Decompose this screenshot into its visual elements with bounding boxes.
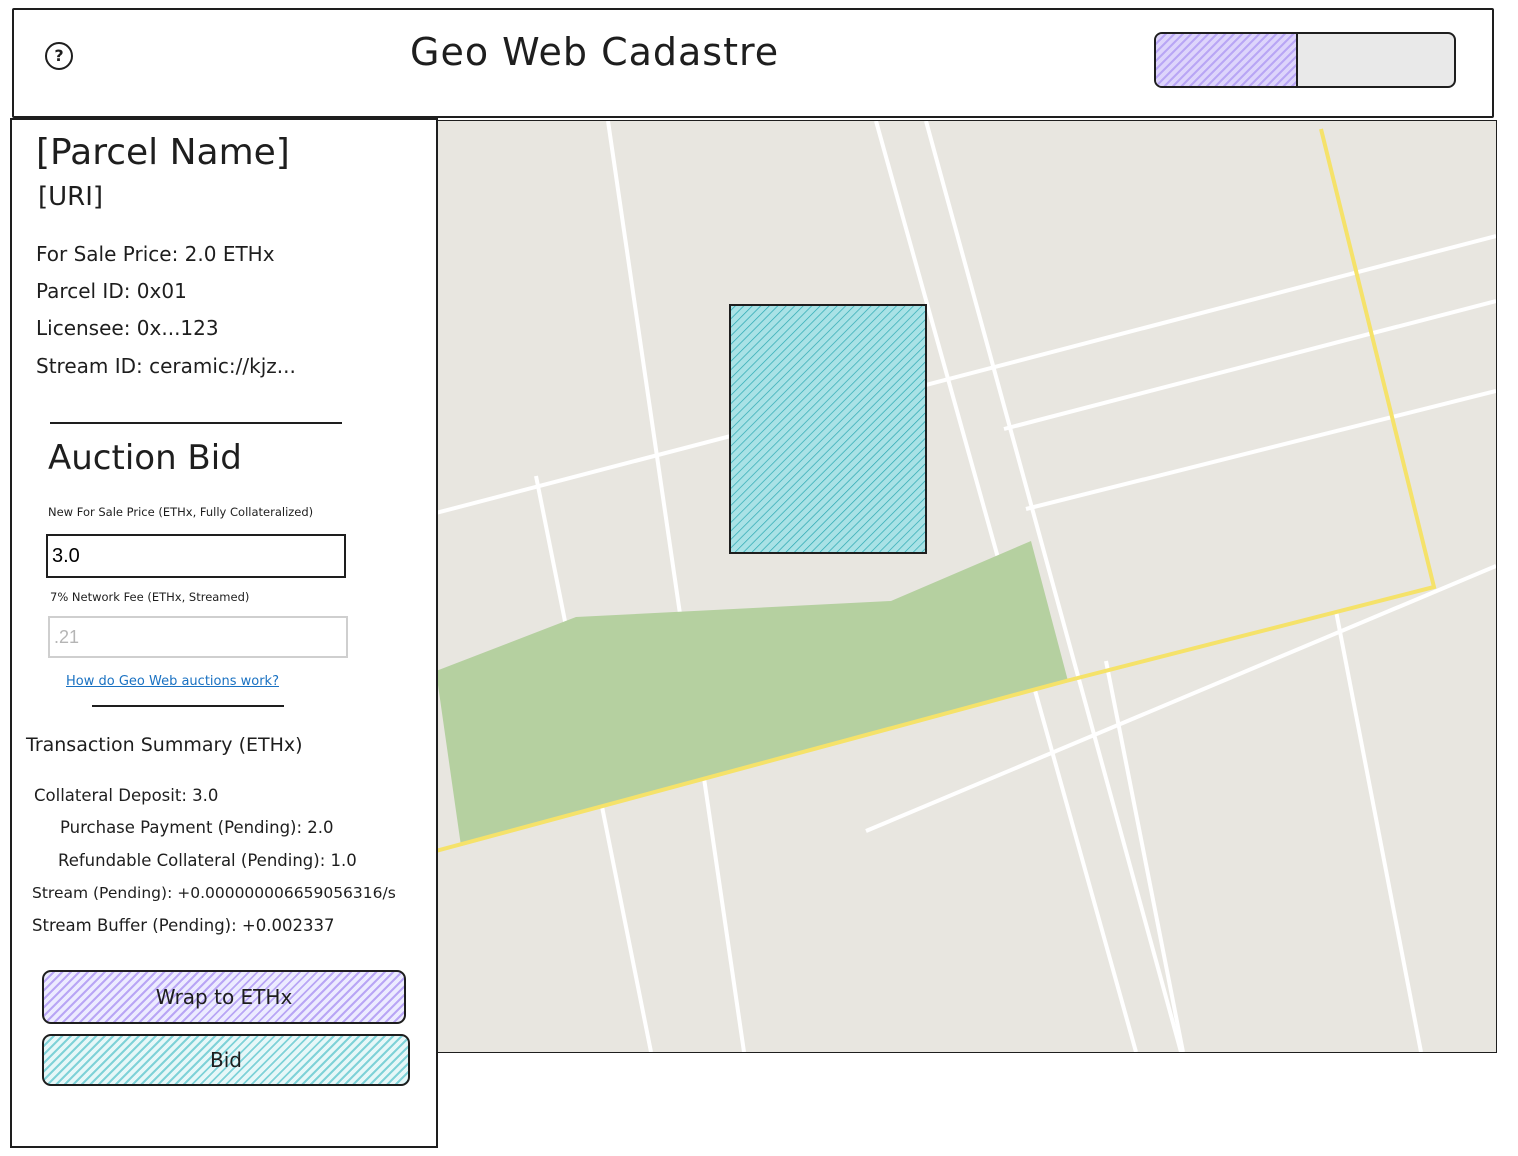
parcel-id: Parcel ID: 0x01: [36, 279, 187, 303]
selected-parcel-shape: [729, 304, 927, 554]
help-icon[interactable]: ?: [45, 42, 73, 70]
map-view[interactable]: [435, 120, 1497, 1053]
app-title: Geo Web Cadastre: [410, 30, 780, 74]
stream-id: Stream ID: ceramic://kjz...: [36, 354, 296, 378]
stream-rate: Stream (Pending): +0.000000006659056316/…: [32, 884, 396, 902]
bid-button[interactable]: Bid: [42, 1034, 410, 1086]
road: [1334, 610, 1423, 1053]
link-divider: [92, 705, 284, 707]
collateral-deposit: Collateral Deposit: 3.0: [34, 786, 219, 805]
parcel-uri: [URI]: [38, 182, 104, 212]
road: [606, 120, 746, 1053]
transaction-summary-title: Transaction Summary (ETHx): [26, 734, 303, 756]
parcel-name: [Parcel Name]: [36, 132, 290, 173]
stream-buffer: Stream Buffer (Pending): +0.002337: [32, 916, 335, 935]
licensee: Licensee: 0x...123: [36, 316, 219, 340]
section-divider: [50, 422, 342, 424]
map-canvas[interactable]: [435, 120, 1497, 1053]
selected-parcel: [729, 304, 927, 554]
purchase-payment: Purchase Payment (Pending): 2.0: [60, 818, 334, 837]
network-fee-field: [48, 616, 348, 658]
refundable-collateral: Refundable Collateral (Pending): 1.0: [58, 851, 357, 870]
auction-help-link[interactable]: How do Geo Web auctions work?: [66, 674, 279, 689]
road: [1025, 389, 1497, 511]
new-price-label: New For Sale Price (ETHx, Fully Collater…: [48, 505, 314, 519]
park-area: [436, 541, 1068, 846]
wrap-to-ethx-button[interactable]: Wrap to ETHx: [42, 970, 406, 1024]
new-price-input[interactable]: [46, 534, 346, 578]
for-sale-price: For Sale Price: 2.0 ETHx: [36, 242, 275, 266]
parcel-sidebar: [Parcel Name] [URI] For Sale Price: 2.0 …: [10, 118, 438, 1148]
wallet-toggle-active-segment[interactable]: [1156, 34, 1298, 86]
auction-bid-title: Auction Bid: [48, 438, 242, 478]
road: [435, 234, 1497, 515]
wallet-toggle[interactable]: [1154, 32, 1456, 88]
fee-label: 7% Network Fee (ETHx, Streamed): [50, 590, 250, 604]
